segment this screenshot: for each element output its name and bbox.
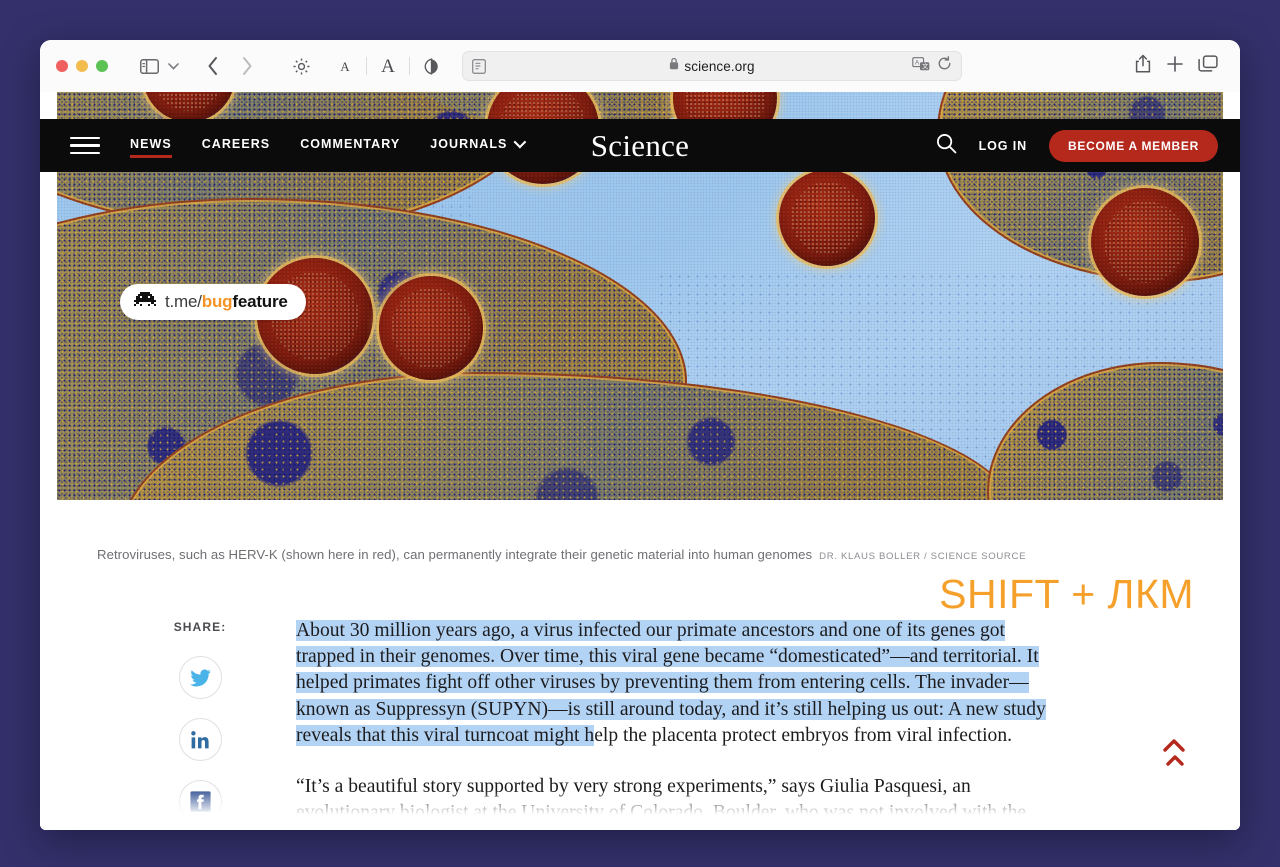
nav-item-commentary[interactable]: COMMENTARY xyxy=(300,137,400,155)
lock-icon xyxy=(669,57,679,75)
text-size-controls: A A xyxy=(330,52,446,80)
nav-item-careers[interactable]: CAREERS xyxy=(202,137,270,155)
unselected-text-run: elp the placenta protect embryos from vi… xyxy=(594,724,1013,746)
chevron-down-icon[interactable] xyxy=(164,52,182,80)
text-larger-label: A xyxy=(381,55,395,77)
reader-view-icon[interactable] xyxy=(472,58,486,74)
nav-item-journals-label: JOURNALS xyxy=(430,136,508,151)
caption-text: Retroviruses, such as HERV-K (shown here… xyxy=(97,547,813,562)
watermark-suffix: feature xyxy=(232,292,288,311)
hamburger-menu-icon[interactable] xyxy=(70,136,100,155)
nav-item-commentary-label: COMMENTARY xyxy=(300,136,401,151)
tab-overview-icon[interactable] xyxy=(1198,54,1218,78)
watermark-text: t.me/bugfeature xyxy=(165,292,288,312)
article-body: SHARE: About 30 million years ago, a vir… xyxy=(40,592,1240,830)
site-nav-actions: LOG IN BECOME A MEMBER xyxy=(936,129,1218,162)
watermark-badge: t.me/bugfeature xyxy=(120,284,306,320)
address-bar-actions: A 文 xyxy=(912,56,952,76)
space-invader-icon xyxy=(134,291,156,313)
share-label: SHARE: xyxy=(173,620,227,634)
svg-text:A: A xyxy=(915,59,920,66)
toolbar-divider xyxy=(366,57,367,75)
reader-contrast-icon[interactable] xyxy=(416,52,446,80)
translate-icon[interactable]: A 文 xyxy=(912,56,930,76)
url-text: science.org xyxy=(684,58,755,74)
linkedin-icon xyxy=(191,730,209,748)
share-linkedin-button[interactable] xyxy=(178,718,222,761)
window-controls xyxy=(56,60,108,72)
text-larger-button[interactable]: A xyxy=(373,52,403,80)
twitter-icon xyxy=(189,668,211,687)
reload-icon[interactable] xyxy=(937,56,952,76)
text-smaller-button[interactable]: A xyxy=(330,52,360,80)
site-nav-links: NEWS CAREERS COMMENTARY JOURNALS xyxy=(130,135,527,158)
login-link[interactable]: LOG IN xyxy=(979,139,1027,153)
nav-item-journals[interactable]: JOURNALS xyxy=(430,135,527,155)
nav-item-news-label: NEWS xyxy=(130,136,172,151)
plus-icon[interactable] xyxy=(1166,55,1184,78)
site-navbar: NEWS CAREERS COMMENTARY JOURNALS Science xyxy=(40,119,1240,172)
scroll-to-top-icon[interactable] xyxy=(1146,722,1202,778)
page-bottom-fade xyxy=(40,790,1240,830)
url-display: science.org xyxy=(463,57,961,75)
web-page: NEWS CAREERS COMMENTARY JOURNALS Science xyxy=(40,92,1240,830)
watermark-prefix: t.me/ xyxy=(165,292,202,311)
extensions-group xyxy=(286,52,316,80)
image-caption: Retroviruses, such as HERV-K (shown here… xyxy=(97,547,1183,562)
article-paragraph-1: About 30 million years ago, a virus infe… xyxy=(296,618,1064,749)
close-window-button[interactable] xyxy=(56,60,68,72)
nav-item-careers-label: CAREERS xyxy=(201,136,271,151)
forward-button[interactable] xyxy=(232,52,262,80)
back-button[interactable] xyxy=(198,52,228,80)
nav-item-news[interactable]: NEWS xyxy=(130,136,172,158)
browser-window: A A science.org A 文 NEWS CAREERS COMMENT… xyxy=(40,40,1240,830)
text-smaller-label: A xyxy=(340,58,350,74)
minimize-window-button[interactable] xyxy=(76,60,88,72)
gear-icon[interactable] xyxy=(286,52,316,80)
shortcut-overlay-text: SHIFT + ЛКМ xyxy=(939,571,1194,617)
share-twitter-button[interactable] xyxy=(178,656,222,699)
address-bar[interactable]: science.org A 文 xyxy=(462,51,962,81)
image-credit: DR. KLAUS BOLLER / SCIENCE SOURCE xyxy=(819,551,1027,562)
search-icon[interactable] xyxy=(936,133,957,159)
toolbar-right-actions xyxy=(1134,54,1224,79)
browser-toolbar: A A science.org A 文 xyxy=(40,40,1240,92)
navigation-buttons xyxy=(198,52,262,80)
watermark-highlight: bug xyxy=(201,292,233,311)
sidebar-icon[interactable] xyxy=(134,52,164,80)
sidebar-controls xyxy=(134,52,182,80)
toolbar-divider-2 xyxy=(409,57,410,75)
become-member-button[interactable]: BECOME A MEMBER xyxy=(1049,129,1218,162)
maximize-window-button[interactable] xyxy=(96,60,108,72)
chevron-down-icon xyxy=(513,135,527,149)
share-icon[interactable] xyxy=(1134,54,1152,79)
svg-text:文: 文 xyxy=(922,62,928,70)
